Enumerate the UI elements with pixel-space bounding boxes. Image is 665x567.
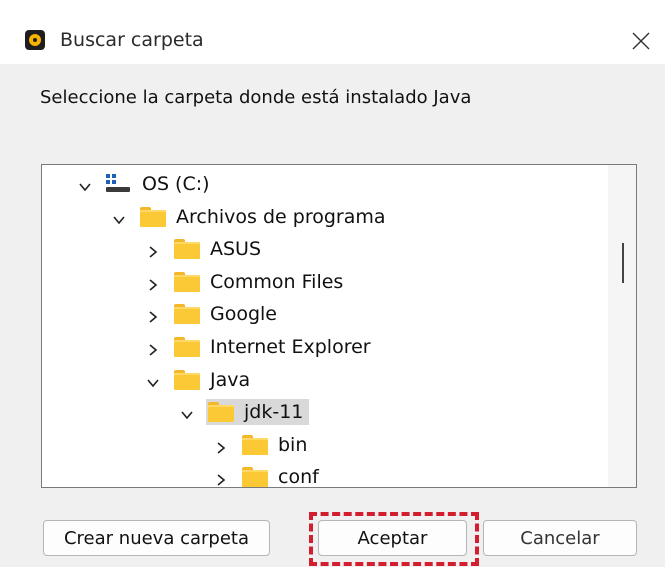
folder-tree[interactable]: OS (C:) Archivos de programa ASUS Common Fi… <box>41 164 637 488</box>
tree-item-content[interactable]: Internet Explorer <box>172 334 377 360</box>
tree-item-content[interactable]: conf <box>240 464 325 488</box>
chevron-right-icon[interactable] <box>146 275 160 291</box>
tree-item-label: Internet Explorer <box>210 336 371 358</box>
tree-item-label: bin <box>278 433 308 456</box>
folder-icon <box>140 206 166 227</box>
java-setup-icon <box>25 30 45 50</box>
new-folder-button[interactable]: Crear nueva carpeta <box>43 520 270 556</box>
tree-item-content[interactable]: Common Files <box>172 269 349 295</box>
tree-item-label: Archivos de programa <box>176 205 386 228</box>
chevron-right-icon[interactable] <box>146 340 160 356</box>
chevron-down-icon[interactable] <box>146 373 160 387</box>
folder-icon <box>242 434 268 455</box>
chevron-right-icon[interactable] <box>146 242 160 258</box>
chevron-down-icon[interactable] <box>112 210 126 224</box>
folder-icon <box>208 402 234 423</box>
tree-item-label: conf <box>278 466 319 488</box>
ok-button[interactable]: Aceptar <box>318 520 467 556</box>
scroll-thumb[interactable] <box>622 243 624 283</box>
folder-icon <box>174 369 200 390</box>
tree-item-label: Java <box>210 368 251 391</box>
tree-item-content[interactable]: Archivos de programa <box>138 204 392 230</box>
chevron-down-icon[interactable] <box>78 177 92 192</box>
tree-item[interactable]: Archivos de programa <box>112 202 392 232</box>
title-bar: Buscar carpeta <box>0 0 665 64</box>
browse-folder-dialog: Buscar carpeta Seleccione la carpeta don… <box>0 0 665 567</box>
chevron-down-icon[interactable] <box>180 405 194 420</box>
tree-item-content[interactable]: jdk-11 <box>206 399 310 426</box>
tree-item[interactable]: Java <box>146 365 256 395</box>
tree-item[interactable]: conf <box>214 462 325 488</box>
close-icon <box>632 32 650 50</box>
instruction-text: Seleccione la carpeta donde está instala… <box>40 87 472 108</box>
tree-item-label: Common Files <box>210 270 344 293</box>
folder-icon <box>174 304 200 325</box>
tree-item-content[interactable]: Java <box>172 367 256 393</box>
folder-icon <box>174 337 200 357</box>
tree-item[interactable]: Common Files <box>146 267 349 297</box>
tree-item-label: jdk-11 <box>244 401 304 424</box>
tree-item-label: ASUS <box>210 238 262 261</box>
tree-item-label: Google <box>210 303 278 326</box>
folder-icon <box>174 239 200 260</box>
chevron-right-icon[interactable] <box>146 307 160 324</box>
tree-item[interactable]: Google <box>146 299 283 329</box>
chevron-right-icon[interactable] <box>214 438 228 454</box>
tree-item-content[interactable]: ASUS <box>172 236 267 262</box>
folder-icon <box>242 467 268 487</box>
window-title: Buscar carpeta <box>60 29 204 51</box>
drive-icon <box>106 174 130 194</box>
cancel-button[interactable]: Cancelar <box>483 520 637 556</box>
tree-item-label: OS (C:) <box>142 173 210 195</box>
close-button[interactable] <box>624 24 658 58</box>
chevron-right-icon[interactable] <box>214 470 228 487</box>
tree-item[interactable]: ASUS <box>146 234 267 264</box>
tree-item-content[interactable]: Google <box>172 301 283 327</box>
tree-scrollbar[interactable] <box>608 165 636 487</box>
tree-item-content[interactable]: bin <box>240 432 313 458</box>
tree-item[interactable]: Internet Explorer <box>146 332 377 362</box>
tree-item[interactable]: OS (C:) <box>78 169 216 199</box>
folder-icon <box>174 271 200 292</box>
tree-item[interactable]: bin <box>214 430 313 460</box>
tree-item-content[interactable]: OS (C:) <box>104 171 216 197</box>
tree-item[interactable]: jdk-11 <box>180 397 310 427</box>
